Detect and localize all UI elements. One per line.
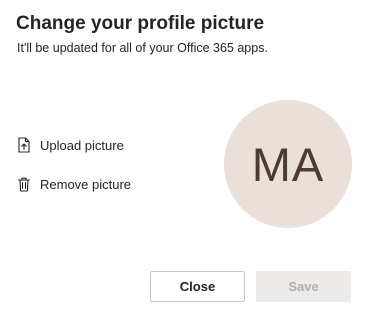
remove-picture-link[interactable]: Remove picture xyxy=(17,174,131,194)
dialog-title: Change your profile picture xyxy=(16,13,265,34)
save-button[interactable]: Save xyxy=(256,271,351,302)
profile-picture-dialog: Change your profile picture It'll be upd… xyxy=(0,0,371,317)
close-button[interactable]: Close xyxy=(150,271,245,302)
upload-file-icon xyxy=(17,136,31,154)
avatar: MA xyxy=(224,100,352,228)
remove-picture-label: Remove picture xyxy=(40,176,132,192)
trash-icon xyxy=(17,175,31,193)
upload-picture-link[interactable]: Upload picture xyxy=(17,135,124,155)
upload-picture-label: Upload picture xyxy=(40,137,124,153)
dialog-subtitle: It'll be updated for all of your Office … xyxy=(17,41,268,55)
avatar-initials: MA xyxy=(251,137,325,191)
